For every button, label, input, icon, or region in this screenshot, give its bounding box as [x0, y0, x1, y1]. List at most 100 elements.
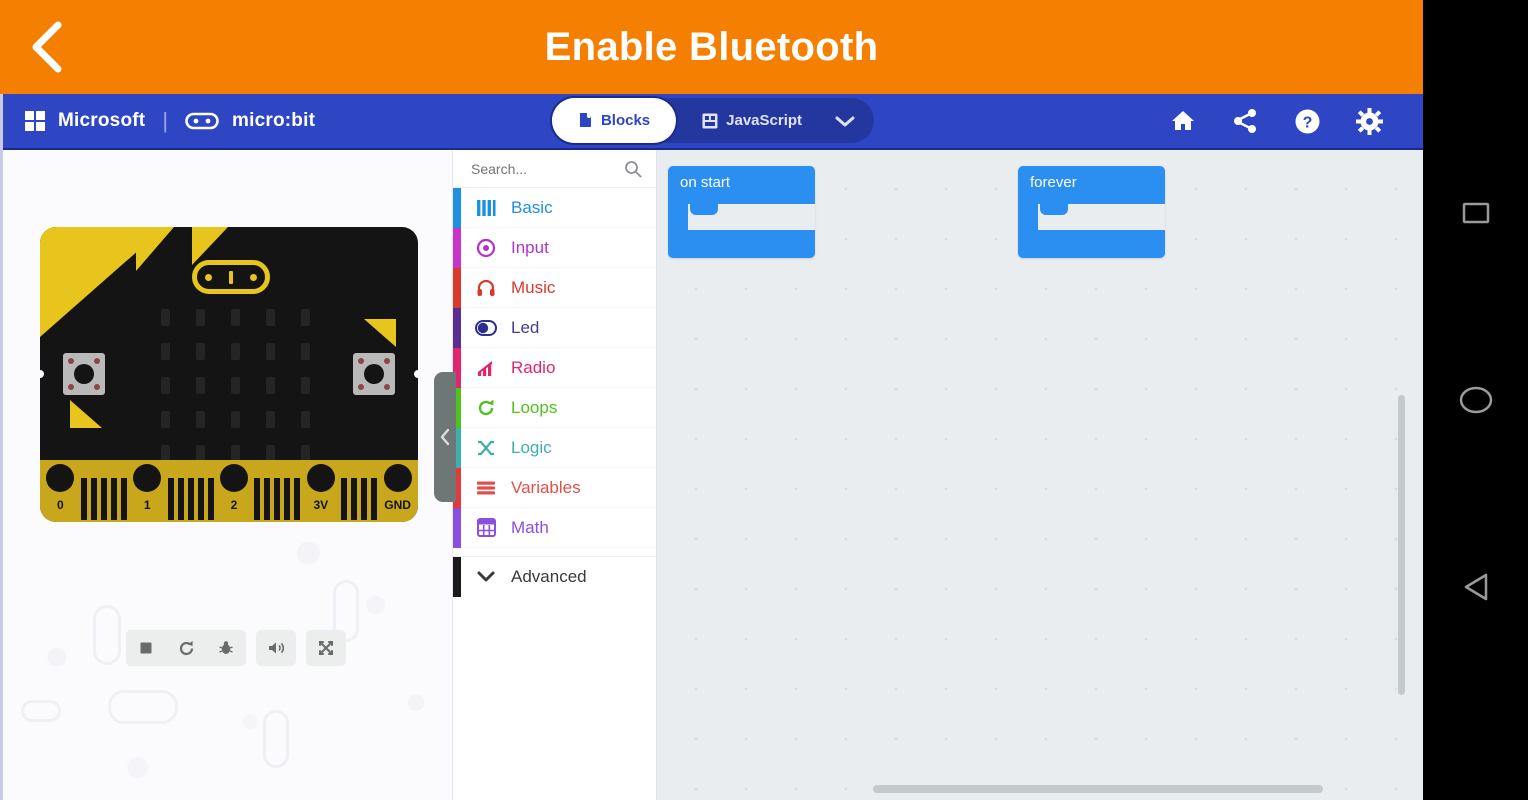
- help-icon[interactable]: ?: [1293, 107, 1321, 135]
- workspace-vertical-scrollbar[interactable]: [1398, 395, 1405, 695]
- pin-label: 3V: [313, 498, 329, 512]
- block-forever[interactable]: forever: [1018, 166, 1165, 258]
- toolbox-search[interactable]: [453, 150, 656, 188]
- microbit-oval-icon: [185, 112, 219, 130]
- toolbox-category-radio[interactable]: Radio: [453, 348, 656, 388]
- small-pins: [167, 478, 214, 522]
- app-title: Enable Bluetooth: [544, 24, 879, 69]
- toolbox-category-variables[interactable]: Variables: [453, 468, 656, 508]
- toolbox-collapse-handle[interactable]: [434, 372, 456, 502]
- board-edge-dot: [40, 370, 44, 378]
- blocks-workspace[interactable]: on start forever: [657, 150, 1423, 800]
- toolbox-category-advanced[interactable]: Advanced: [453, 557, 656, 597]
- block-left-wall: [668, 204, 688, 230]
- tab-blocks-label: Blocks: [600, 112, 651, 129]
- category-label: Logic: [511, 437, 552, 457]
- block-label: on start: [680, 174, 731, 191]
- screen: Enable Bluetooth Microsoft | micro:bit B…: [0, 0, 1528, 800]
- watermark-shape: [108, 690, 178, 724]
- pin-gnd[interactable]: GND: [377, 460, 418, 522]
- gear-icon[interactable]: [1355, 107, 1383, 135]
- toolbox-category-math[interactable]: Math: [453, 508, 656, 548]
- home-glyph: [1172, 111, 1194, 130]
- home-button[interactable]: [1446, 370, 1506, 430]
- gear-glyph: [1355, 107, 1383, 135]
- input-icon: [475, 237, 497, 259]
- chevron-down-icon: [835, 116, 855, 126]
- back-chevron-icon: [32, 21, 62, 73]
- category-label: Math: [511, 517, 549, 537]
- toolbox-category-logic[interactable]: Logic: [453, 428, 656, 468]
- sound-icon: [269, 642, 285, 654]
- simulator-transport-group: [126, 630, 246, 666]
- edge-connector: 0 1 2 3V GND: [40, 460, 418, 522]
- basic-icon: [475, 197, 497, 219]
- android-nav-bar: [1423, 0, 1528, 800]
- block-connector-tab: [690, 204, 718, 215]
- share-glyph: [1234, 109, 1256, 133]
- tab-javascript-label: JavaScript: [726, 112, 803, 129]
- circle-icon: [1459, 386, 1492, 414]
- music-icon: [475, 277, 497, 299]
- toolbox-category-basic[interactable]: Basic: [453, 188, 656, 228]
- button-b[interactable]: [353, 353, 395, 395]
- watermark-shape: [21, 700, 61, 722]
- restart-icon: [179, 640, 193, 655]
- block-on-start[interactable]: on start: [668, 166, 815, 258]
- category-color-stripe: [453, 508, 461, 548]
- pin-label: 1: [143, 498, 151, 512]
- led-matrix: [152, 309, 319, 471]
- button-a[interactable]: [63, 353, 105, 395]
- chevron-left-icon: [440, 428, 450, 446]
- toolbox-category-led[interactable]: Led: [453, 308, 656, 348]
- fullscreen-button[interactable]: [306, 630, 346, 666]
- loops-icon: [475, 397, 497, 419]
- toolbox-category-input[interactable]: Input: [453, 228, 656, 268]
- chevron-down-icon: [475, 566, 497, 588]
- pin-1[interactable]: 1: [127, 460, 168, 522]
- stop-square-icon: [140, 642, 152, 654]
- pin-2[interactable]: 2: [214, 460, 255, 522]
- javascript-icon: [702, 113, 718, 128]
- led-icon: [475, 317, 497, 339]
- help-glyph: ?: [1295, 109, 1319, 133]
- language-dropdown-button[interactable]: [828, 114, 874, 128]
- tab-blocks[interactable]: Blocks: [551, 98, 677, 143]
- blocks-puzzle-icon: [579, 113, 591, 127]
- microbit-board: 0 1 2 3V GND: [40, 227, 418, 522]
- pin-3v[interactable]: 3V: [300, 460, 341, 522]
- pin-label: 2: [230, 498, 238, 512]
- share-icon[interactable]: [1231, 107, 1259, 135]
- block-left-wall: [1018, 204, 1038, 230]
- simulator-controls: [126, 630, 346, 666]
- usb-connector: [192, 260, 270, 294]
- variables-icon: [475, 477, 497, 499]
- toolbar-actions: ?: [1169, 107, 1423, 135]
- makecode-editor: Microsoft | micro:bit Blocks JavaScript …: [0, 94, 1423, 800]
- workspace-horizontal-scrollbar[interactable]: [873, 785, 1323, 793]
- back-navigation-button[interactable]: [0, 0, 96, 94]
- restart-button[interactable]: [166, 630, 206, 666]
- stop-button[interactable]: [126, 630, 166, 666]
- watermark-shape: [93, 605, 121, 665]
- tab-javascript[interactable]: JavaScript: [676, 98, 828, 143]
- toolbox-separator: [453, 548, 656, 557]
- mute-button[interactable]: [256, 630, 296, 666]
- pin-label: 0: [57, 498, 64, 512]
- pin-0[interactable]: 0: [40, 460, 81, 522]
- back-button[interactable]: [1446, 557, 1506, 617]
- search-input[interactable]: [471, 160, 611, 177]
- category-color-stripe: [453, 268, 461, 308]
- debug-button[interactable]: [206, 630, 246, 666]
- home-icon[interactable]: [1169, 107, 1197, 135]
- logic-icon: [475, 437, 497, 459]
- toolbox-category-music[interactable]: Music: [453, 268, 656, 308]
- board-edge-dot: [414, 370, 418, 378]
- category-label: Advanced: [511, 567, 587, 586]
- recents-button[interactable]: [1446, 183, 1506, 243]
- editor-main: 0 1 2 3V GND Search... Basic Input Music…: [3, 150, 1423, 800]
- category-label: Radio: [511, 357, 556, 377]
- toolbox-category-loops[interactable]: Loops: [453, 388, 656, 428]
- board-notch: [136, 227, 174, 271]
- category-label: Loops: [511, 397, 558, 417]
